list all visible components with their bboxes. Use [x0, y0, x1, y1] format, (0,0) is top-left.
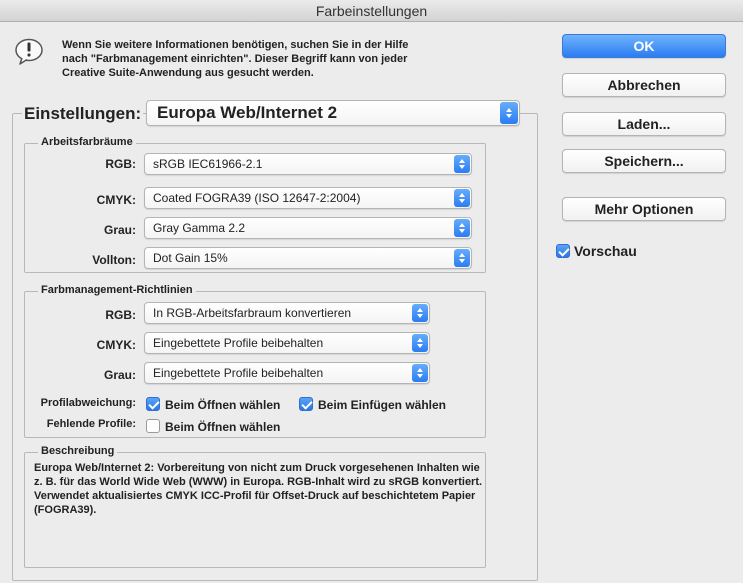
policy-rgb-value: In RGB-Arbeitsfarbraum konvertieren [153, 306, 352, 320]
ws-spot-select[interactable]: Dot Gain 15% [144, 247, 472, 269]
ws-gray-label: Grau: [103, 223, 136, 237]
preview-label: Vorschau [574, 243, 637, 259]
ws-cmyk-select[interactable]: Coated FOGRA39 (ISO 12647-2:2004) [144, 187, 472, 209]
load-button[interactable]: Laden... [562, 112, 726, 136]
policies-title: Farbmanagement-Richtlinien [38, 284, 196, 296]
policy-gray-value: Eingebettete Profile beibehalten [153, 366, 324, 380]
ws-gray-select[interactable]: Gray Gamma 2.2 [144, 217, 472, 239]
more-options-button[interactable]: Mehr Optionen [562, 197, 726, 221]
ws-gray-value: Gray Gamma 2.2 [153, 221, 246, 235]
chevron-updown-icon [454, 155, 470, 173]
window-title: Farbeinstellungen [0, 0, 743, 22]
ws-rgb-select[interactable]: sRGB IEC61966-2.1 [144, 153, 472, 175]
mismatch-open-label: Beim Öffnen wählen [165, 398, 281, 412]
chevron-updown-icon [500, 102, 518, 124]
description-title: Beschreibung [38, 445, 118, 457]
ws-spot-label: Vollton: [92, 253, 136, 267]
warning-text: Wenn Sie weitere Informationen benötigen… [62, 39, 409, 79]
mismatch-paste-option[interactable]: Beim Einfügen wählen [299, 397, 446, 412]
ws-cmyk-label: CMYK: [96, 193, 136, 207]
policy-cmyk-value: Eingebettete Profile beibehalten [153, 336, 324, 350]
chevron-updown-icon [412, 364, 428, 382]
working-spaces-title: Arbeitsfarbräume [38, 136, 136, 148]
mismatch-open-checkbox[interactable] [146, 397, 160, 411]
chevron-updown-icon [454, 189, 470, 207]
chevron-updown-icon [412, 304, 428, 322]
missing-open-checkbox[interactable] [146, 419, 160, 433]
policy-cmyk-select[interactable]: Eingebettete Profile beibehalten [144, 332, 430, 354]
settings-label: Einstellungen: [22, 104, 144, 124]
chevron-updown-icon [412, 334, 428, 352]
mismatch-paste-checkbox[interactable] [299, 397, 313, 411]
missing-profiles-label: Fehlende Profile: [46, 418, 136, 430]
mismatch-open-option[interactable]: Beim Öffnen wählen [146, 397, 280, 412]
chevron-updown-icon [454, 249, 470, 267]
cancel-button[interactable]: Abbrechen [562, 73, 726, 97]
description-text: Europa Web/Internet 2: Vorbereitung von … [34, 462, 483, 516]
ws-rgb-label: RGB: [105, 157, 136, 171]
exclamation-bubble-icon [14, 38, 44, 66]
ws-cmyk-value: Coated FOGRA39 (ISO 12647-2:2004) [153, 191, 361, 205]
preview-checkbox[interactable] [556, 244, 570, 258]
missing-open-label: Beim Öffnen wählen [165, 420, 281, 434]
chevron-updown-icon [454, 219, 470, 237]
policy-gray-select[interactable]: Eingebettete Profile beibehalten [144, 362, 430, 384]
preview-checkbox-row[interactable]: Vorschau [556, 243, 637, 259]
policy-gray-label: Grau: [103, 368, 136, 382]
missing-open-option[interactable]: Beim Öffnen wählen [146, 419, 280, 434]
policy-cmyk-label: CMYK: [96, 338, 136, 352]
profile-mismatch-label: Profilabweichung: [40, 397, 136, 409]
ws-spot-value: Dot Gain 15% [153, 251, 228, 265]
ok-button[interactable]: OK [562, 34, 726, 58]
policy-rgb-label: RGB: [105, 308, 136, 322]
mismatch-paste-label: Beim Einfügen wählen [318, 398, 447, 412]
policy-rgb-select[interactable]: In RGB-Arbeitsfarbraum konvertieren [144, 302, 430, 324]
save-button[interactable]: Speichern... [562, 149, 726, 173]
ws-rgb-value: sRGB IEC61966-2.1 [153, 157, 263, 171]
settings-value: Europa Web/Internet 2 [157, 103, 338, 122]
settings-select[interactable]: Europa Web/Internet 2 [146, 100, 520, 126]
